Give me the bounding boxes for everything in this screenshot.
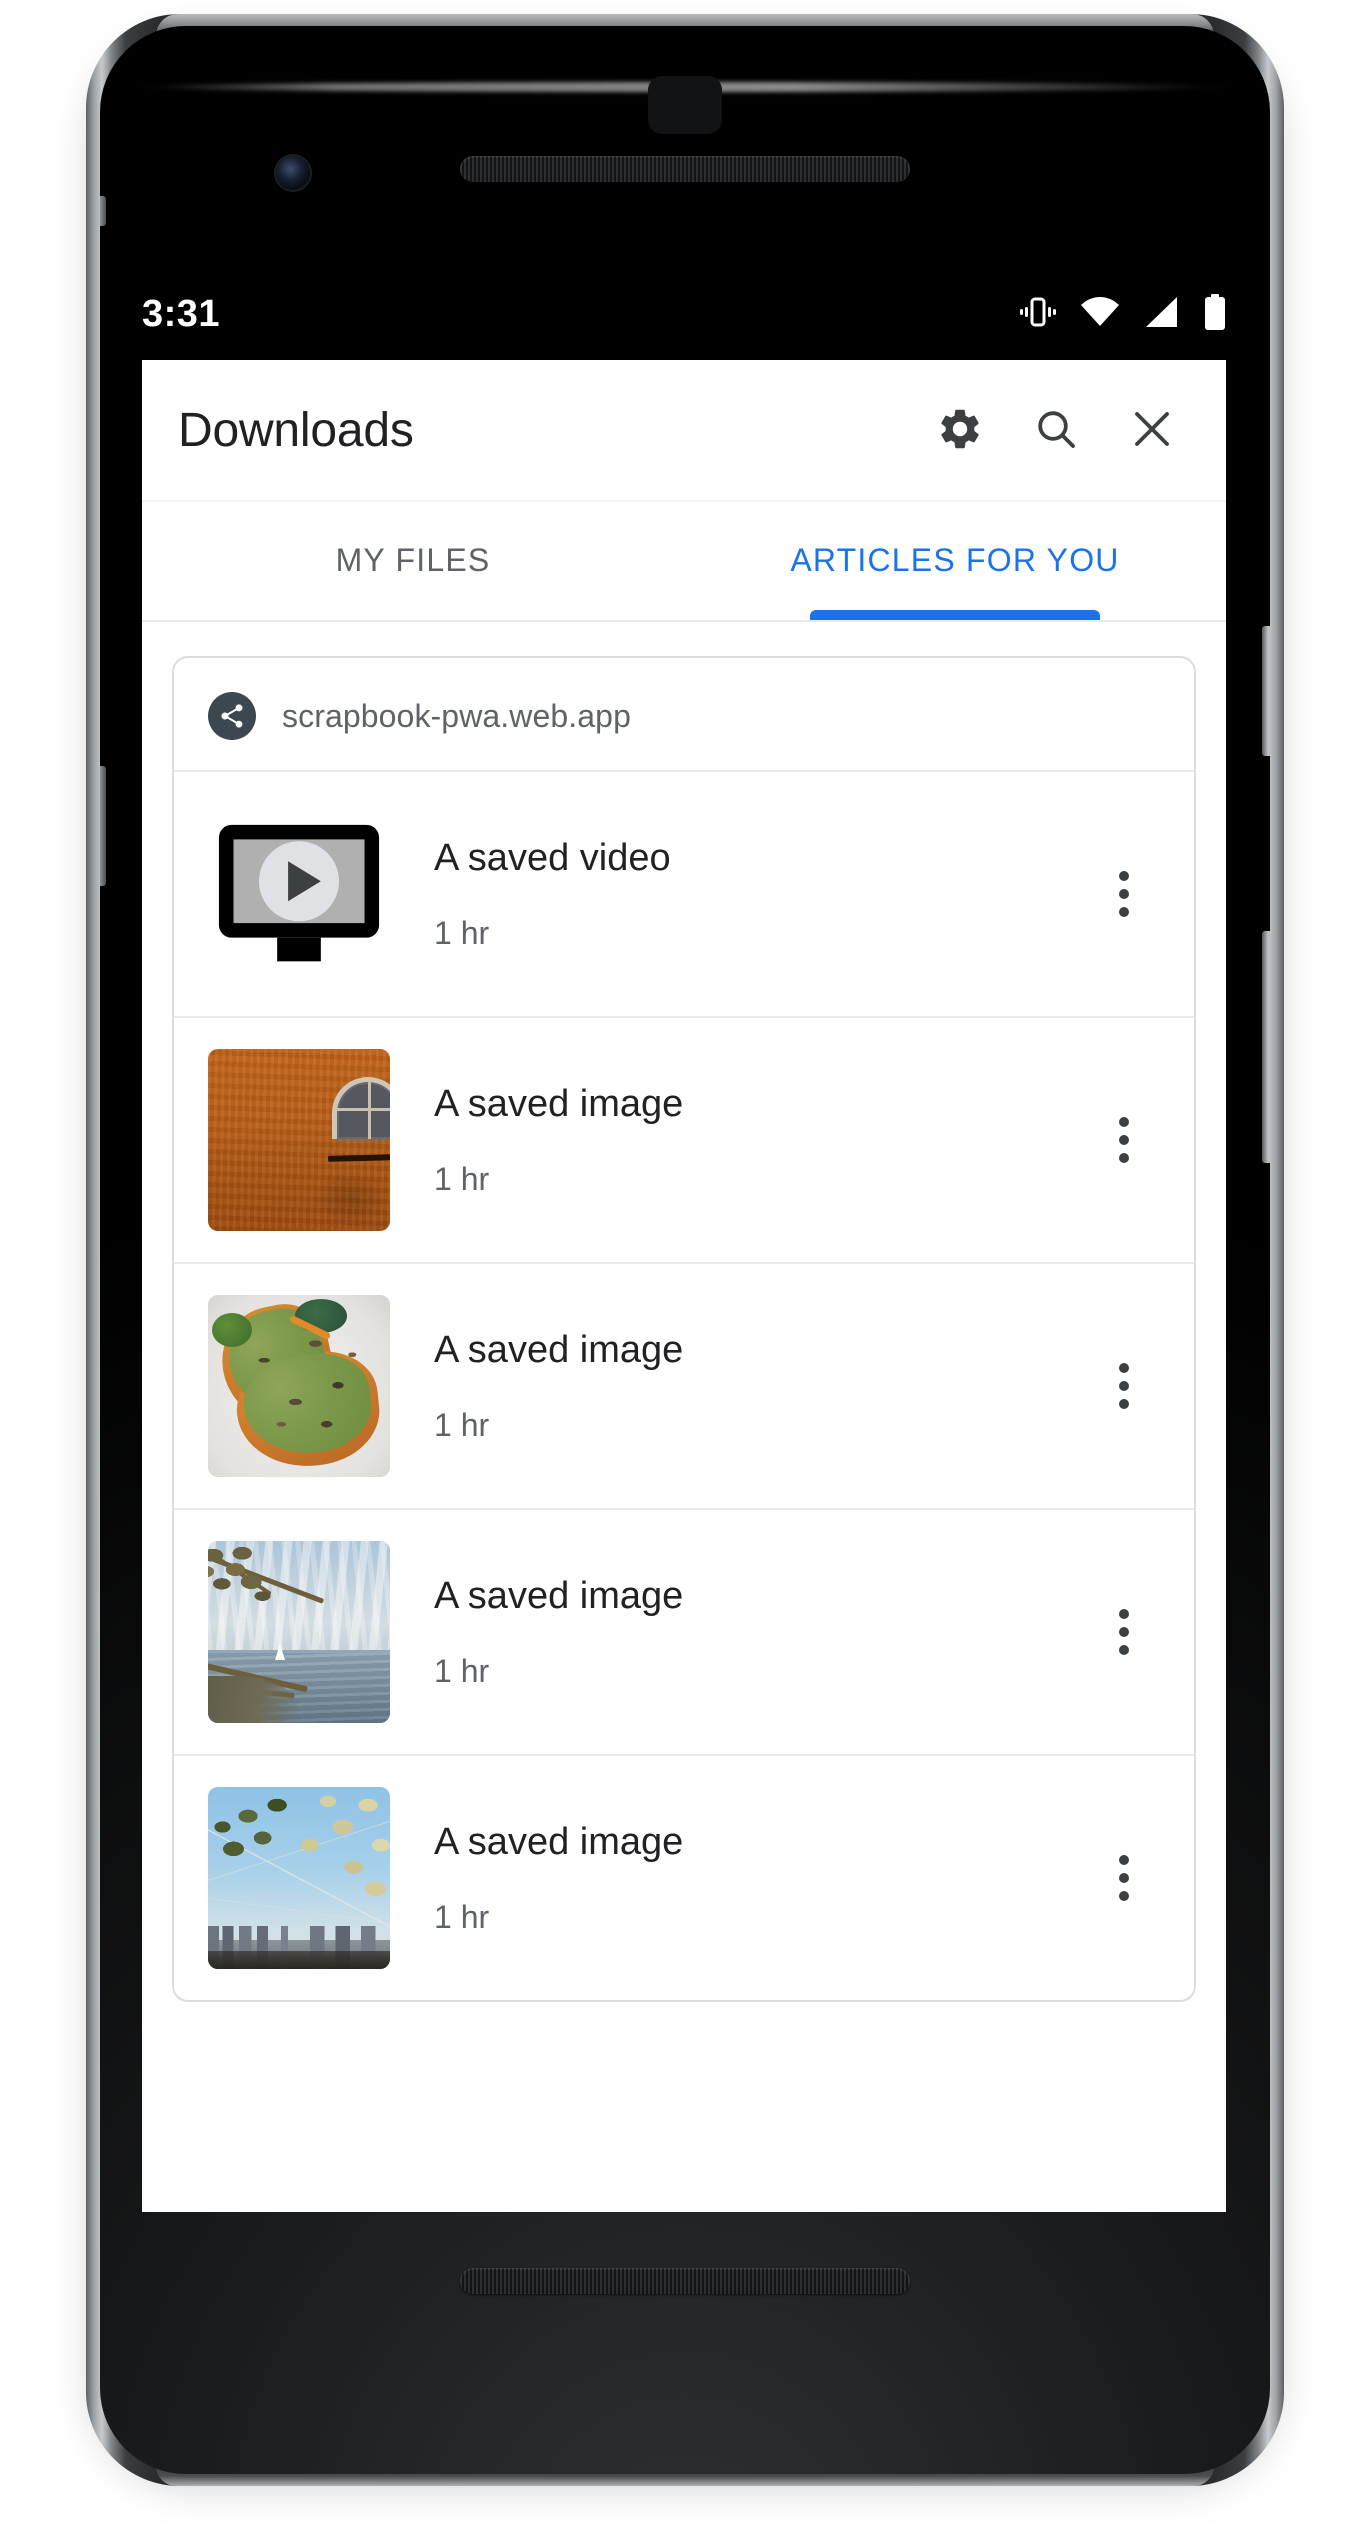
content-area: scrapbook-pwa.web.app A saved video 1 hr… bbox=[142, 622, 1226, 2212]
kebab-dot bbox=[1119, 1381, 1129, 1391]
page-title: Downloads bbox=[178, 403, 414, 457]
app-bar: Downloads bbox=[142, 360, 1226, 500]
battery-icon bbox=[1204, 293, 1226, 335]
foliage bbox=[208, 1541, 310, 1643]
kebab-dot bbox=[1119, 1153, 1129, 1163]
item-text-block: A saved video 1 hr bbox=[390, 839, 1080, 949]
share-icon bbox=[208, 692, 256, 740]
item-subtitle: 1 hr bbox=[434, 1161, 490, 1197]
item-subtitle: 1 hr bbox=[434, 915, 490, 951]
proximity-sensor bbox=[648, 76, 722, 134]
more-options-icon[interactable] bbox=[1080, 1342, 1168, 1430]
volume-button[interactable] bbox=[1262, 931, 1270, 1163]
blossoms bbox=[208, 1787, 390, 1969]
tab-my-files[interactable]: MY FILES bbox=[142, 500, 684, 620]
screenshot-root: 3:31 Downloads MY FILES ARTICLES FOR YOU… bbox=[0, 0, 1370, 2534]
list-item[interactable]: A saved image 1 hr bbox=[174, 1262, 1194, 1508]
app-bar-actions bbox=[916, 386, 1196, 474]
app-screen: Downloads MY FILES ARTICLES FOR YOU scra… bbox=[142, 360, 1226, 2212]
kebab-dot bbox=[1119, 907, 1129, 917]
gear-icon bbox=[936, 405, 984, 456]
more-options-icon[interactable] bbox=[1080, 1096, 1168, 1184]
photo-lake-sailboat bbox=[208, 1541, 390, 1723]
kebab-dot bbox=[1119, 889, 1129, 899]
item-subtitle: 1 hr bbox=[434, 1407, 490, 1443]
settings-button[interactable] bbox=[916, 386, 1004, 474]
item-thumbnail bbox=[208, 1295, 390, 1477]
kebab-dot bbox=[1119, 1609, 1129, 1619]
kebab-dot bbox=[1119, 1135, 1129, 1145]
item-text-block: A saved image 1 hr bbox=[390, 1085, 1080, 1195]
bottom-speaker-grille bbox=[460, 2268, 910, 2294]
more-options-icon[interactable] bbox=[1080, 850, 1168, 938]
search-button[interactable] bbox=[1012, 386, 1100, 474]
item-thumbnail bbox=[208, 803, 390, 985]
kebab-dot bbox=[1119, 1873, 1129, 1883]
item-title: A saved image bbox=[434, 1821, 684, 1863]
list-item[interactable]: A saved video 1 hr bbox=[174, 770, 1194, 1016]
photo-orange-wall bbox=[208, 1049, 390, 1231]
list-item[interactable]: A saved image 1 hr bbox=[174, 1016, 1194, 1262]
photo-avocado-toast bbox=[208, 1295, 390, 1477]
horizon-line bbox=[208, 1650, 390, 1654]
list-item[interactable]: A saved image 1 hr bbox=[174, 1754, 1194, 2000]
seed-topping bbox=[233, 1313, 376, 1452]
left-frame-detail-top bbox=[100, 196, 106, 226]
kebab-dot bbox=[1119, 1363, 1129, 1373]
cellular-signal-icon bbox=[1144, 296, 1180, 333]
kebab-dot bbox=[1119, 1891, 1129, 1901]
tab-bar: MY FILES ARTICLES FOR YOU bbox=[142, 500, 1226, 622]
status-bar: 3:31 bbox=[142, 282, 1226, 346]
left-frame-detail-bottom bbox=[100, 766, 106, 886]
search-icon bbox=[1032, 405, 1080, 456]
sailboat bbox=[275, 1643, 286, 1660]
item-title: A saved image bbox=[434, 1575, 684, 1617]
item-text-block: A saved image 1 hr bbox=[390, 1823, 1080, 1933]
item-thumbnail bbox=[208, 1541, 390, 1723]
item-title: A saved video bbox=[434, 837, 671, 879]
more-options-icon[interactable] bbox=[1080, 1834, 1168, 1922]
kebab-dot bbox=[1119, 1117, 1129, 1127]
kebab-dot bbox=[1119, 1645, 1129, 1655]
card-header: scrapbook-pwa.web.app bbox=[174, 658, 1194, 770]
item-subtitle: 1 hr bbox=[434, 1653, 490, 1689]
item-subtitle: 1 hr bbox=[434, 1899, 490, 1935]
photo-city-blossoms bbox=[208, 1787, 390, 1969]
tab-articles-for-you[interactable]: ARTICLES FOR YOU bbox=[684, 500, 1226, 620]
card-source-domain: scrapbook-pwa.web.app bbox=[282, 697, 631, 734]
article-card: scrapbook-pwa.web.app A saved video 1 hr… bbox=[172, 656, 1196, 2002]
list-item[interactable]: A saved image 1 hr bbox=[174, 1508, 1194, 1754]
item-thumbnail bbox=[208, 1049, 390, 1231]
kebab-dot bbox=[1119, 1399, 1129, 1409]
power-button[interactable] bbox=[1262, 626, 1270, 756]
wifi-icon bbox=[1080, 296, 1120, 333]
status-icon-group bbox=[1020, 293, 1226, 335]
kebab-dot bbox=[1119, 1627, 1129, 1637]
kebab-dot bbox=[1119, 1855, 1129, 1865]
item-text-block: A saved image 1 hr bbox=[390, 1577, 1080, 1687]
kebab-dot bbox=[1119, 871, 1129, 881]
earpiece-speaker-grille bbox=[460, 156, 910, 182]
close-icon bbox=[1128, 405, 1176, 456]
item-title: A saved image bbox=[434, 1329, 684, 1371]
more-options-icon[interactable] bbox=[1080, 1588, 1168, 1676]
item-text-block: A saved image 1 hr bbox=[390, 1331, 1080, 1441]
front-camera-icon bbox=[276, 156, 310, 190]
status-clock: 3:31 bbox=[142, 293, 221, 335]
close-button[interactable] bbox=[1108, 386, 1196, 474]
item-thumbnail bbox=[208, 1787, 390, 1969]
video-placeholder-icon bbox=[208, 803, 390, 985]
vibrate-icon bbox=[1020, 295, 1056, 334]
item-title: A saved image bbox=[434, 1083, 684, 1125]
